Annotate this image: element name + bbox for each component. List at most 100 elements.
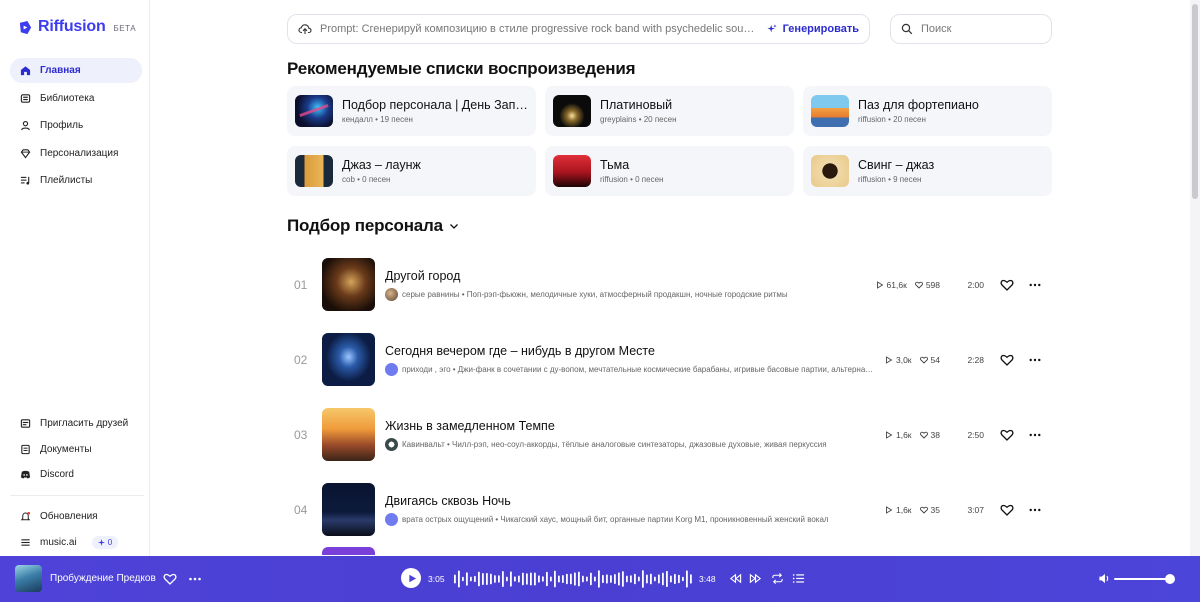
- more-options-button[interactable]: [1029, 508, 1041, 512]
- track-stats: 3,0к 54 2:28: [885, 322, 1041, 397]
- more-options-button[interactable]: [1029, 283, 1041, 287]
- track-cover[interactable]: [322, 258, 375, 311]
- track-duration: 2:28: [967, 354, 984, 365]
- volume-slider-handle[interactable]: [1165, 574, 1175, 584]
- waveform-bar: [566, 573, 568, 585]
- volume-slider-track[interactable]: [1114, 578, 1170, 580]
- artist-avatar[interactable]: [385, 512, 398, 526]
- page-scrollbar[interactable]: [1190, 0, 1200, 556]
- fast-forward-icon: [749, 573, 762, 584]
- waveform-bar: [506, 576, 508, 582]
- player-more-button[interactable]: [188, 572, 202, 591]
- nav-item-library[interactable]: Библиотека: [10, 86, 142, 111]
- track-cover[interactable]: [322, 483, 375, 536]
- track-cover[interactable]: [322, 333, 375, 386]
- staff-picks-title[interactable]: Подбор персонала: [287, 216, 459, 236]
- credits-count: 0: [107, 537, 113, 547]
- heart-icon: [914, 281, 923, 289]
- like-button[interactable]: [1000, 278, 1014, 292]
- playlist-card[interactable]: Свинг – джаз riffusion • 9 песен: [803, 146, 1052, 196]
- repeat-button[interactable]: [771, 572, 784, 590]
- waveform-bar: [554, 570, 556, 588]
- more-options-button[interactable]: [1029, 358, 1041, 362]
- waveform-bar: [562, 574, 564, 584]
- playlist-card[interactable]: Тьма riffusion • 0 песен: [545, 146, 794, 196]
- artist-name[interactable]: Кавинвальт: [402, 440, 445, 449]
- playlist-card[interactable]: Платиновый greyplains • 20 песен: [545, 86, 794, 136]
- playlist-card[interactable]: Паз для фортепиано riffusion • 20 песен: [803, 86, 1052, 136]
- like-button[interactable]: [1000, 353, 1014, 367]
- playlist-card[interactable]: Подбор персонала | День Запуска кендалл •…: [287, 86, 536, 136]
- track-number: 02: [294, 352, 308, 367]
- track-meta: Кавинвальт • Чилл-рэп, нео-соул-аккорды,…: [385, 437, 875, 451]
- nav-label: Discord: [40, 469, 74, 480]
- scrollbar-thumb[interactable]: [1192, 4, 1198, 199]
- artist-avatar[interactable]: [385, 362, 398, 376]
- waveform-bar: [662, 572, 664, 586]
- artist-avatar[interactable]: [385, 287, 398, 301]
- more-options-button[interactable]: [1029, 433, 1041, 437]
- track-row[interactable]: 03 Жизнь в замедленном Темпе Кавинвальт …: [287, 397, 1053, 472]
- track-row[interactable]: 04 Двигаясь сквозь Ночь врата острых ощу…: [287, 472, 1053, 547]
- waveform-bar: [686, 570, 688, 588]
- waveform-scrubber[interactable]: [454, 568, 694, 590]
- playlist-card[interactable]: Джаз – лаунж cob • 0 песен: [287, 146, 536, 196]
- nav-label: Обновления: [40, 511, 98, 522]
- waveform-bar: [558, 575, 560, 583]
- brand-logo[interactable]: Riffusion БЕТА: [18, 18, 136, 36]
- rewind-button[interactable]: [729, 572, 742, 590]
- track-title[interactable]: Двигаясь сквозь Ночь: [385, 494, 875, 508]
- prompt-text[interactable]: Prompt: Сгенерируй композицию в стиле pr…: [320, 23, 755, 35]
- waveform-bar: [498, 575, 500, 583]
- now-playing-title[interactable]: Пробуждение Предков: [50, 573, 156, 584]
- play-count: 61,6к: [876, 280, 907, 290]
- waveform-bar: [598, 570, 600, 588]
- cloud-upload-icon: [298, 24, 312, 34]
- nav-label: Библиотека: [40, 92, 95, 104]
- artist-name[interactable]: серые равнины: [402, 290, 460, 299]
- nav-item-personalization[interactable]: Персонализация: [10, 141, 142, 166]
- nav-item-profile[interactable]: Профиль: [10, 113, 142, 138]
- waveform-bar: [670, 575, 672, 583]
- discord-icon: [20, 470, 31, 479]
- track-title[interactable]: Другой город: [385, 269, 875, 283]
- like-button[interactable]: [1000, 428, 1014, 442]
- forward-button[interactable]: [749, 572, 762, 590]
- track-meta: врата острых ощущений • Чикагский хаус, …: [385, 512, 875, 526]
- queue-list-icon: [792, 574, 805, 583]
- nav-item-updates[interactable]: Обновления: [10, 504, 142, 529]
- now-playing-cover[interactable]: [15, 565, 42, 592]
- account-menu[interactable]: music.ai 0: [10, 530, 142, 555]
- queue-button[interactable]: [792, 572, 805, 590]
- track-row[interactable]: 02 Сегодня вечером где – нибудь в другом…: [287, 322, 1053, 397]
- like-button[interactable]: [1000, 503, 1014, 517]
- nav-item-discord[interactable]: Discord: [10, 462, 142, 487]
- playlist-title: Свинг – джаз: [858, 158, 935, 172]
- waveform-bar: [550, 576, 552, 582]
- prompt-bar[interactable]: Prompt: Сгенерируй композицию в стиле pr…: [287, 14, 870, 44]
- volume-button[interactable]: [1098, 572, 1111, 590]
- heart-icon: [919, 431, 928, 439]
- track-title[interactable]: Жизнь в замедленном Темпе: [385, 419, 875, 433]
- generate-button[interactable]: Генерировать: [765, 23, 859, 35]
- artist-name[interactable]: приходи , эго: [402, 365, 451, 374]
- playlist-meta: cob • 0 песен: [342, 175, 391, 184]
- nav-item-playlists[interactable]: Плейлисты: [10, 168, 142, 193]
- artist-name[interactable]: врата острых ощущений: [402, 515, 493, 524]
- track-cover[interactable]: [322, 408, 375, 461]
- credits-badge: 0: [91, 535, 119, 549]
- track-title[interactable]: Сегодня вечером где – нибудь в другом Ме…: [385, 344, 875, 358]
- play-button[interactable]: [401, 568, 421, 588]
- artist-avatar[interactable]: [385, 437, 398, 451]
- player-like-button[interactable]: [163, 572, 177, 591]
- waveform-bar: [466, 572, 468, 586]
- track-row[interactable]: 01 Другой город серые равнины • Поп-рэп-…: [287, 247, 1053, 322]
- nav-item-docs[interactable]: Документы: [10, 437, 142, 462]
- search-input[interactable]: [921, 23, 1041, 35]
- nav-item-invite[interactable]: Пригласить друзей: [10, 411, 142, 436]
- nav-item-home[interactable]: Главная: [10, 58, 142, 83]
- play-icon: [876, 280, 883, 289]
- playlist-meta: riffusion • 20 песен: [858, 115, 926, 124]
- search-box[interactable]: [890, 14, 1052, 44]
- waveform-bar: [586, 576, 588, 582]
